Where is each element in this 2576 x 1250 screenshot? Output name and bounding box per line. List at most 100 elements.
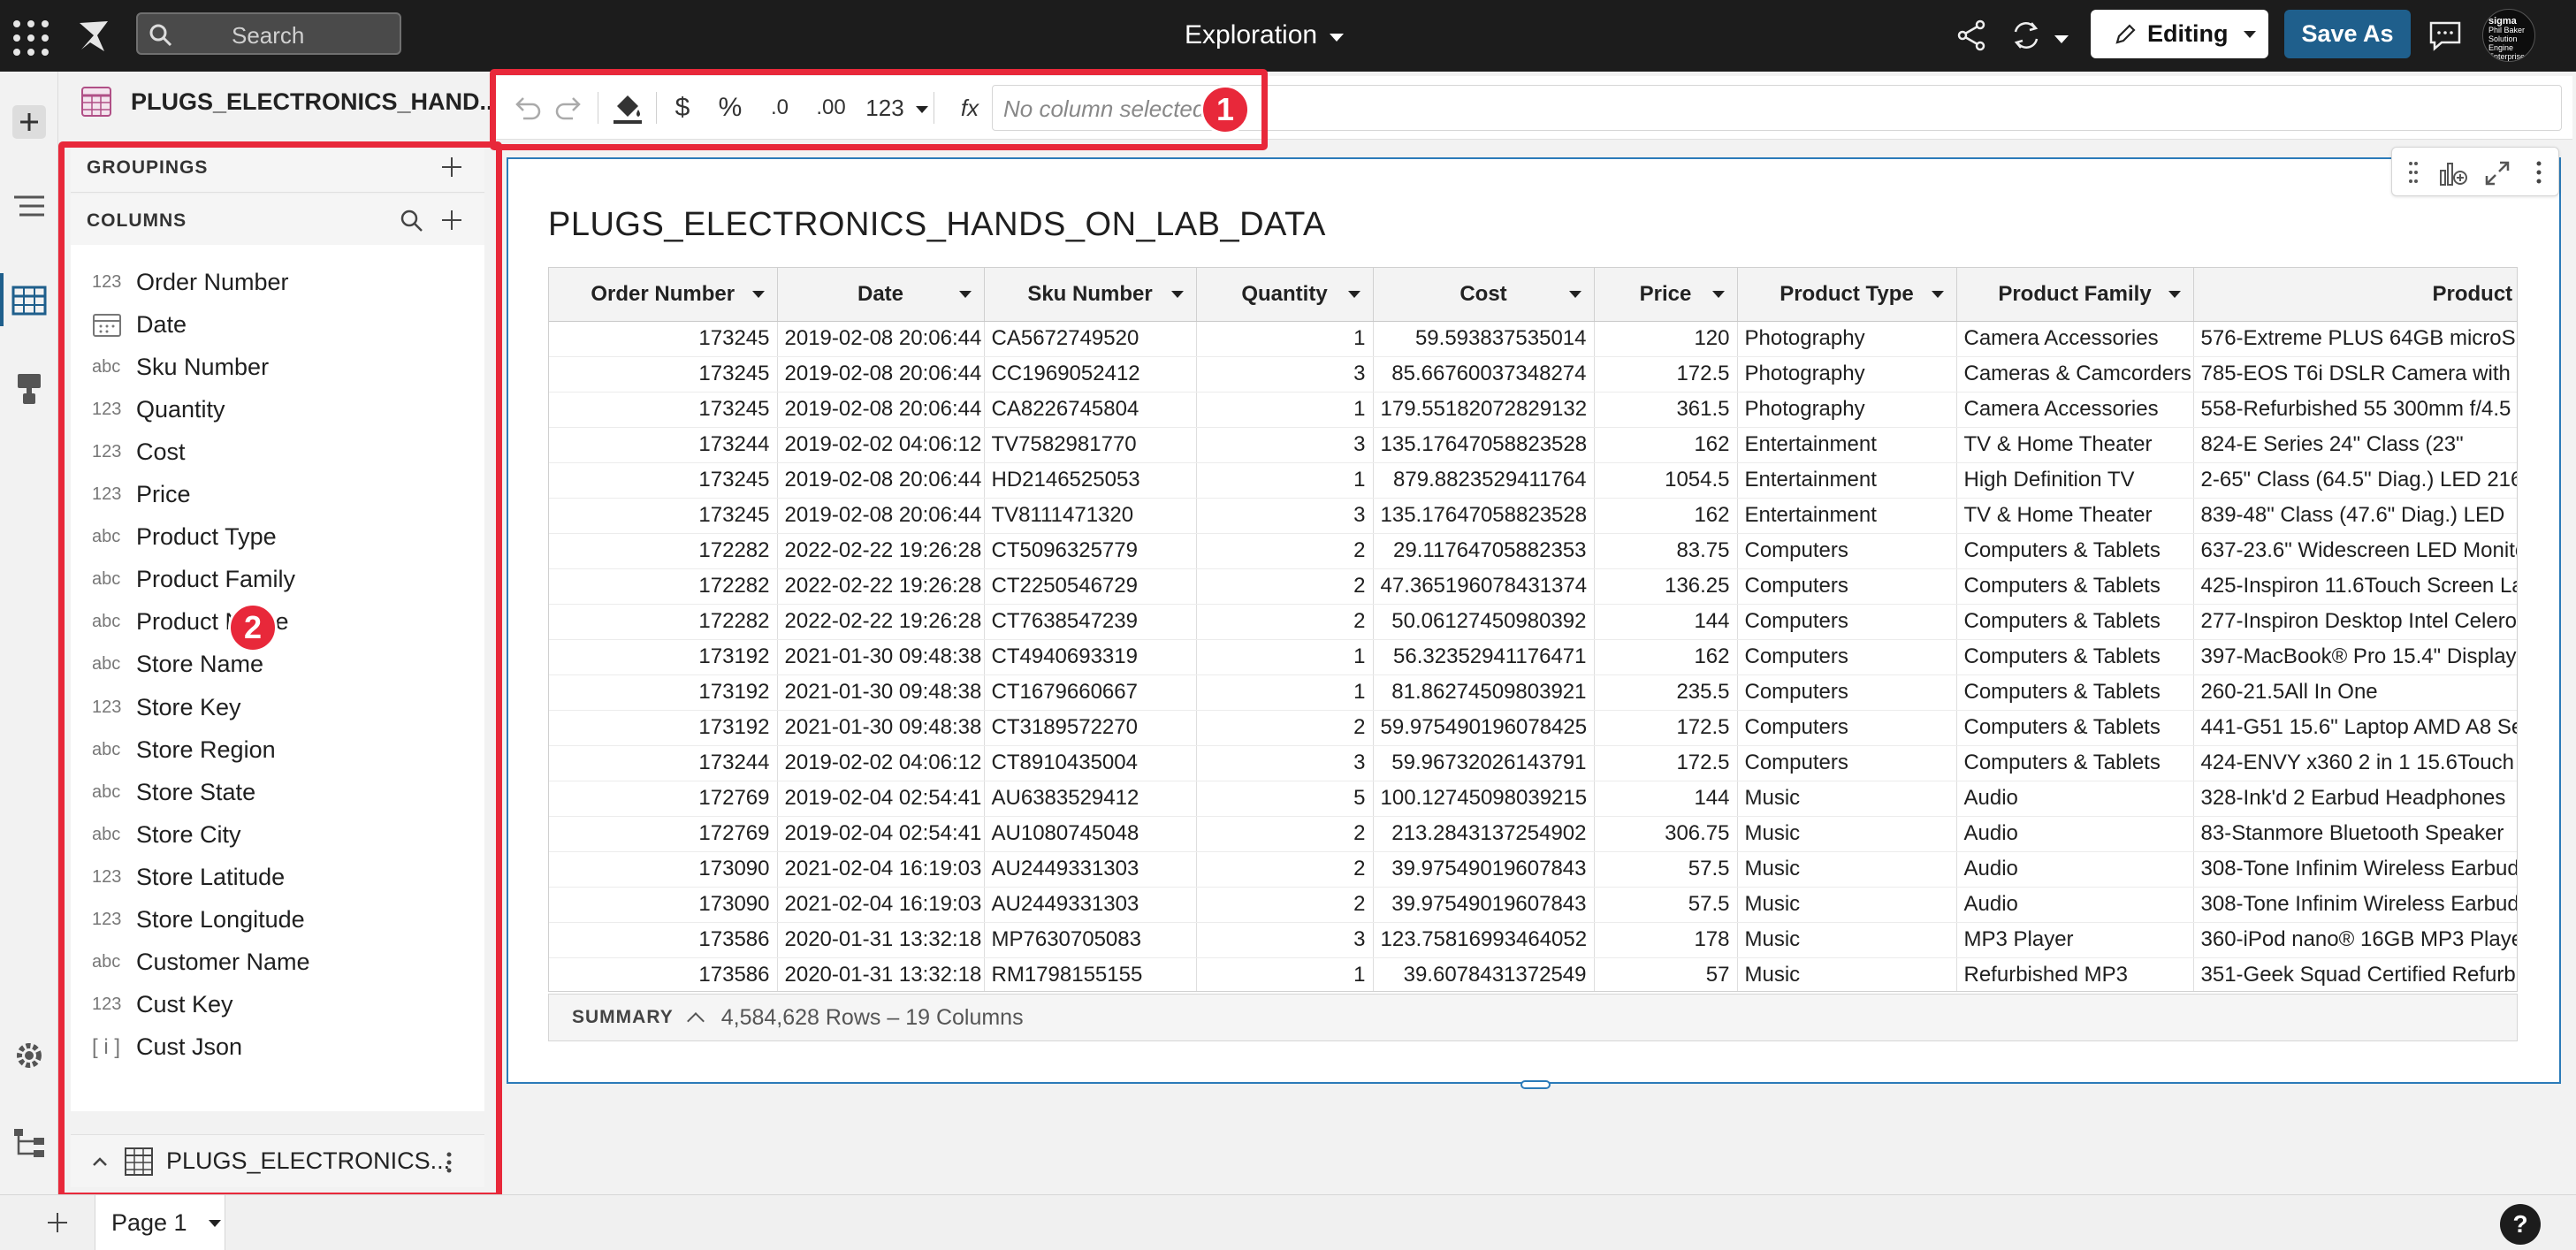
table-cell[interactable]: Computers & Tablets [1956, 745, 2194, 781]
table-cell[interactable]: 3 [1196, 745, 1374, 781]
table-cell[interactable]: 2 [1196, 887, 1374, 923]
table-cell[interactable]: Refurbished MP3 [1956, 957, 2194, 991]
column-header[interactable]: Product Type [1737, 268, 1957, 322]
table-cell[interactable]: TV & Home Theater [1956, 427, 2194, 463]
more-options-icon[interactable] [2534, 160, 2544, 185]
table-cell[interactable]: CC1969052412 [984, 356, 1197, 393]
table-cell[interactable]: 1 [1196, 462, 1374, 499]
column-header[interactable]: Quantity [1196, 268, 1374, 322]
table-cell[interactable]: 85.66760037348274 [1373, 356, 1595, 393]
table-cell[interactable]: CA5672749520 [984, 321, 1197, 357]
table-cell[interactable]: 172.5 [1594, 356, 1738, 393]
table-cell[interactable]: CA8226745804 [984, 392, 1197, 428]
add-element-icon[interactable] [11, 103, 48, 141]
table-cell[interactable]: 425-Inspiron 11.6Touch Screen Laptop [2193, 568, 2517, 605]
table-cell[interactable]: 172.5 [1594, 710, 1738, 746]
table-cell[interactable]: AU2449331303 [984, 887, 1197, 923]
table-cell[interactable]: 83.75 [1594, 533, 1738, 569]
column-header[interactable]: Price [1594, 268, 1738, 322]
table-cell[interactable]: 824-E Series 24" Class (23" [2193, 427, 2517, 463]
summary-bar[interactable]: SUMMARY 4,584,628 Rows – 19 Columns [548, 994, 2518, 1041]
table-cell[interactable]: 173192 [549, 639, 778, 675]
table-cell[interactable]: 56.32352941176471 [1373, 639, 1595, 675]
column-header[interactable]: Sku Number [984, 268, 1197, 322]
table-cell[interactable]: TV7582981770 [984, 427, 1197, 463]
table-cell[interactable]: 2 [1196, 568, 1374, 605]
table-cell[interactable]: TV8111471320 [984, 498, 1197, 534]
chevron-down-icon[interactable] [1711, 291, 1725, 298]
table-cell[interactable]: 173586 [549, 957, 778, 991]
table-cell[interactable]: 178 [1594, 922, 1738, 958]
table-cell[interactable]: Entertainment [1737, 462, 1957, 499]
table-cell[interactable]: 558-Refurbished 55 300mm f/4.5 [2193, 392, 2517, 428]
table-cell[interactable]: 173090 [549, 887, 778, 923]
table-cell[interactable]: 57.5 [1594, 887, 1738, 923]
column-header[interactable]: Product Name [2193, 268, 2517, 322]
chevron-down-icon[interactable] [208, 1219, 221, 1227]
table-cell[interactable]: 2019-02-08 20:06:44 [777, 392, 985, 428]
table-row[interactable]: 172282 2022-02-22 19:26:28 CT5096325779 2 29… [549, 533, 2517, 569]
refresh-icon[interactable] [2008, 18, 2044, 53]
table-cell[interactable]: 1 [1196, 321, 1374, 357]
table-cell[interactable]: 2 [1196, 710, 1374, 746]
table-cell[interactable]: 441-G51 15.6" Laptop AMD A8 Series [2193, 710, 2517, 746]
table-cell[interactable]: 2021-02-04 16:19:03 [777, 887, 985, 923]
table-cell[interactable]: 2-65" Class (64.5" Diag.) LED 2160p [2193, 462, 2517, 499]
table-cell[interactable]: 361.5 [1594, 392, 1738, 428]
table-cell[interactable]: CT3189572270 [984, 710, 1197, 746]
table-cell[interactable]: 162 [1594, 427, 1738, 463]
table-cell[interactable]: Photography [1737, 321, 1957, 357]
table-cell[interactable]: 3 [1196, 922, 1374, 958]
table-cell[interactable]: 308-Tone Infinim Wireless Earbuds [2193, 887, 2517, 923]
comments-icon[interactable] [2427, 18, 2463, 53]
table-cell[interactable]: Computers [1737, 675, 1957, 711]
sigma-logo-icon[interactable] [74, 16, 113, 55]
save-as-button[interactable]: Save As [2284, 10, 2411, 58]
table-cell[interactable]: Audio [1956, 816, 2194, 852]
column-header[interactable]: Date [777, 268, 985, 322]
table-cell[interactable]: 144 [1594, 604, 1738, 640]
table-cell[interactable]: 173245 [549, 462, 778, 499]
chevron-down-icon[interactable] [1170, 291, 1184, 298]
table-row[interactable]: 173245 2019-02-08 20:06:44 CA8226745804 1 17… [549, 392, 2517, 428]
table-cell[interactable]: CT2250546729 [984, 568, 1197, 605]
table-cell[interactable]: 39.97549019607843 [1373, 851, 1595, 888]
table-row[interactable]: 173244 2019-02-02 04:06:12 TV7582981770 3 13… [549, 427, 2517, 463]
table-cell[interactable]: 2019-02-08 20:06:44 [777, 356, 985, 393]
table-cell[interactable]: 173244 [549, 427, 778, 463]
table-row[interactable]: 173192 2021-01-30 09:48:38 CT1679660667 1 81… [549, 675, 2517, 711]
table-cell[interactable]: 1 [1196, 639, 1374, 675]
table-cell[interactable]: 172.5 [1594, 745, 1738, 781]
search-input[interactable]: Search [136, 12, 401, 55]
table-cell[interactable]: Music [1737, 781, 1957, 817]
chevron-down-icon[interactable] [751, 291, 765, 298]
table-cell[interactable]: 785-EOS T6i DSLR Camera with EF-S [2193, 356, 2517, 393]
table-properties-icon[interactable] [11, 282, 48, 319]
refresh-menu-chevron-icon[interactable] [2054, 35, 2069, 43]
table-cell[interactable]: Camera Accessories [1956, 321, 2194, 357]
table-cell[interactable]: 1 [1196, 957, 1374, 991]
table-cell[interactable]: 57.5 [1594, 851, 1738, 888]
table-cell[interactable]: AU2449331303 [984, 851, 1197, 888]
table-cell[interactable]: Audio [1956, 781, 2194, 817]
table-cell[interactable]: 2021-02-04 16:19:03 [777, 851, 985, 888]
table-row[interactable]: 173586 2020-01-31 13:32:18 RM1798155155 1 39… [549, 957, 2517, 991]
table-cell[interactable]: 2019-02-08 20:06:44 [777, 498, 985, 534]
table-cell[interactable]: 576-Extreme PLUS 64GB microSDXC [2193, 321, 2517, 357]
table-cell[interactable]: 260-21.5All In One [2193, 675, 2517, 711]
table-cell[interactable]: 172282 [549, 568, 778, 605]
table-cell[interactable]: MP3 Player [1956, 922, 2194, 958]
table-row[interactable]: 172282 2022-02-22 19:26:28 CT7638547239 2 50… [549, 604, 2517, 640]
table-cell[interactable]: 173192 [549, 710, 778, 746]
table-cell[interactable]: 235.5 [1594, 675, 1738, 711]
table-cell[interactable]: 83-Stanmore Bluetooth Speaker [2193, 816, 2517, 852]
table-row[interactable]: 173244 2019-02-02 04:06:12 CT8910435004 3 59… [549, 745, 2517, 781]
table-cell[interactable]: 360-iPod nano® 16GB MP3 Player [2193, 922, 2517, 958]
table-cell[interactable]: 5 [1196, 781, 1374, 817]
table-cell[interactable]: 2 [1196, 851, 1374, 888]
table-cell[interactable]: Cameras & Camcorders [1956, 356, 2194, 393]
table-cell[interactable]: Music [1737, 816, 1957, 852]
tab-page-1[interactable]: Page 1 [95, 1195, 225, 1250]
editing-mode-button[interactable]: Editing [2091, 10, 2268, 58]
table-cell[interactable]: 100.12745098039215 [1373, 781, 1595, 817]
